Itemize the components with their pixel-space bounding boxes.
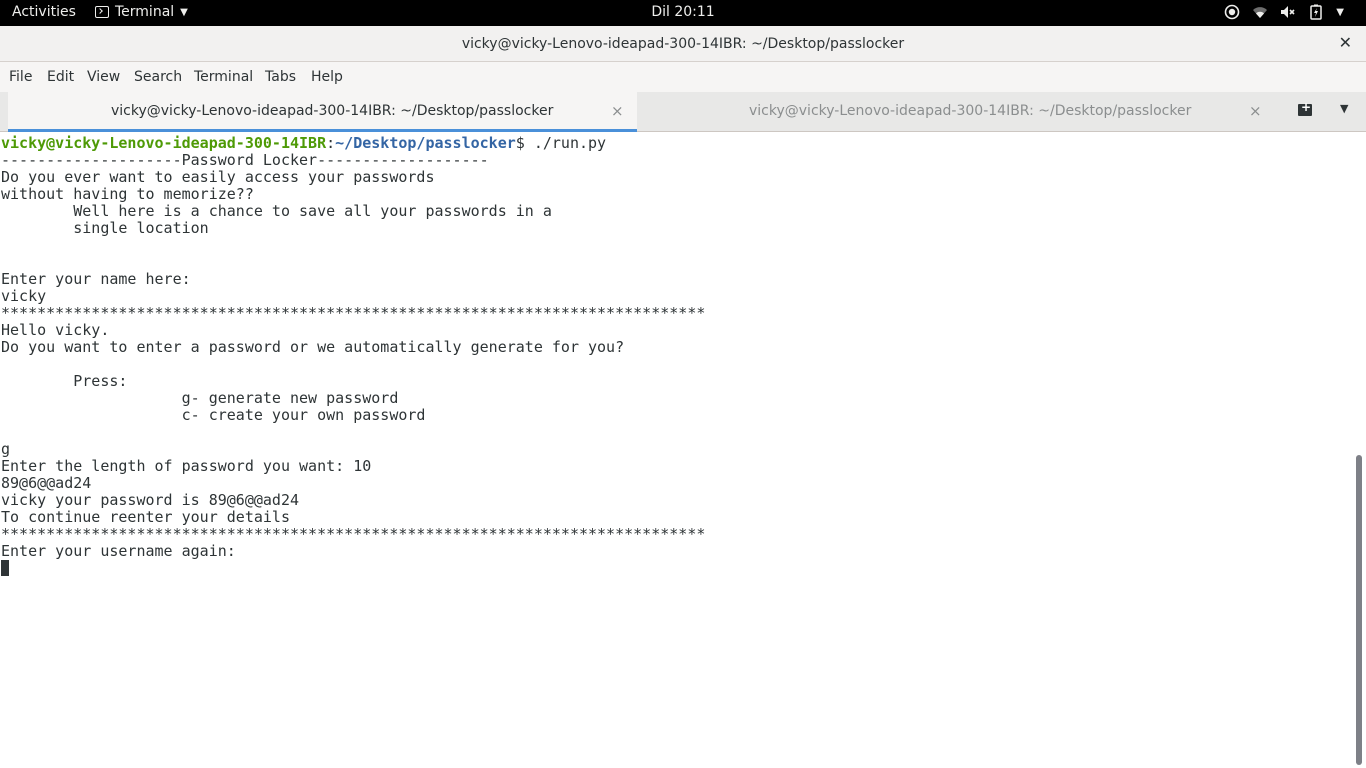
menu-file[interactable]: File bbox=[9, 69, 32, 85]
tab-label: vicky@vicky-Lenovo-ideapad-300-14IBR: ~/… bbox=[749, 103, 1192, 119]
terminal-line: Do you ever want to easily access your p… bbox=[1, 168, 435, 186]
menu-edit[interactable]: Edit bbox=[47, 69, 74, 85]
clock[interactable]: Dil 20:11 bbox=[0, 4, 1366, 20]
terminal-line: Do you want to enter a password or we au… bbox=[1, 338, 625, 356]
menu-help[interactable]: Help bbox=[311, 69, 343, 85]
terminal-line: single location bbox=[1, 219, 209, 237]
terminal-line: vicky your password is 89@6@@ad24 bbox=[1, 491, 300, 509]
prompt-user: vicky@vicky-Lenovo-ideapad-300-14IBR bbox=[1, 135, 327, 152]
menu-bar: File Edit View Search Terminal Tabs Help bbox=[0, 62, 1366, 92]
system-tray[interactable]: ▼ bbox=[1224, 4, 1344, 20]
wifi-icon[interactable] bbox=[1252, 4, 1268, 20]
terminal-line: Enter your name here: bbox=[1, 270, 191, 288]
prompt-separator: : bbox=[326, 135, 336, 152]
chevron-down-icon[interactable]: ▼ bbox=[1336, 7, 1344, 18]
menu-terminal[interactable]: Terminal bbox=[194, 69, 253, 85]
terminal-line: --------------------Password Locker-----… bbox=[1, 151, 489, 169]
terminal-line: c- create your own password bbox=[1, 406, 426, 424]
new-tab-icon[interactable] bbox=[1298, 100, 1312, 116]
terminal-text: vicky@vicky-Lenovo-ideapad-300-14IBR:~/D… bbox=[0, 135, 1352, 577]
terminal-line: ****************************************… bbox=[1, 304, 706, 322]
window-titlebar[interactable]: vicky@vicky-Lenovo-ideapad-300-14IBR: ~/… bbox=[0, 26, 1366, 62]
accessibility-icon[interactable] bbox=[1224, 4, 1240, 20]
terminal-line: Enter your username again: bbox=[1, 542, 236, 560]
tab-active[interactable]: vicky@vicky-Lenovo-ideapad-300-14IBR: ~/… bbox=[8, 92, 637, 132]
terminal-scrollbar[interactable] bbox=[1352, 135, 1366, 768]
battery-icon[interactable] bbox=[1308, 4, 1324, 20]
tabs-menu-chevron-icon[interactable]: ▼ bbox=[1340, 102, 1348, 115]
window-title: vicky@vicky-Lenovo-ideapad-300-14IBR: ~/… bbox=[461, 36, 905, 52]
tab-label: vicky@vicky-Lenovo-ideapad-300-14IBR: ~/… bbox=[111, 103, 554, 119]
terminal-output[interactable]: vicky@vicky-Lenovo-ideapad-300-14IBR:~/D… bbox=[0, 135, 1352, 768]
menu-search[interactable]: Search bbox=[134, 69, 182, 85]
menu-view[interactable]: View bbox=[87, 69, 120, 85]
close-tab-icon[interactable]: × bbox=[1249, 102, 1262, 120]
terminal-line: Hello vicky. bbox=[1, 321, 110, 339]
scrollbar-thumb[interactable] bbox=[1356, 455, 1362, 765]
tab-inactive[interactable]: vicky@vicky-Lenovo-ideapad-300-14IBR: ~/… bbox=[640, 92, 1280, 132]
terminal-line: ****************************************… bbox=[1, 525, 706, 543]
close-window-button[interactable]: ✕ bbox=[1339, 33, 1352, 52]
terminal-line: Well here is a chance to save all your p… bbox=[1, 202, 552, 220]
terminal-line: Enter the length of password you want: 1… bbox=[1, 457, 372, 475]
top-bar: Activities Terminal ▼ Dil 20:11 ▼ bbox=[0, 0, 1366, 26]
text-cursor bbox=[1, 560, 9, 576]
terminal-line: without having to memorize?? bbox=[1, 185, 254, 203]
terminal-line: g- generate new password bbox=[1, 389, 399, 407]
volume-muted-icon[interactable] bbox=[1280, 4, 1296, 20]
menu-tabs[interactable]: Tabs bbox=[265, 69, 296, 85]
terminal-line: vicky bbox=[1, 287, 47, 305]
terminal-line: g bbox=[1, 440, 11, 458]
tab-bar: vicky@vicky-Lenovo-ideapad-300-14IBR: ~/… bbox=[0, 92, 1366, 132]
prompt-path: ~/Desktop/passlocker bbox=[335, 135, 516, 152]
prompt-command: $ ./run.py bbox=[515, 135, 607, 152]
terminal-line: Press: bbox=[1, 372, 128, 390]
terminal-line: To continue reenter your details bbox=[1, 508, 290, 526]
terminal-line: 89@6@@ad24 bbox=[1, 474, 92, 492]
close-tab-icon[interactable]: × bbox=[611, 102, 624, 120]
